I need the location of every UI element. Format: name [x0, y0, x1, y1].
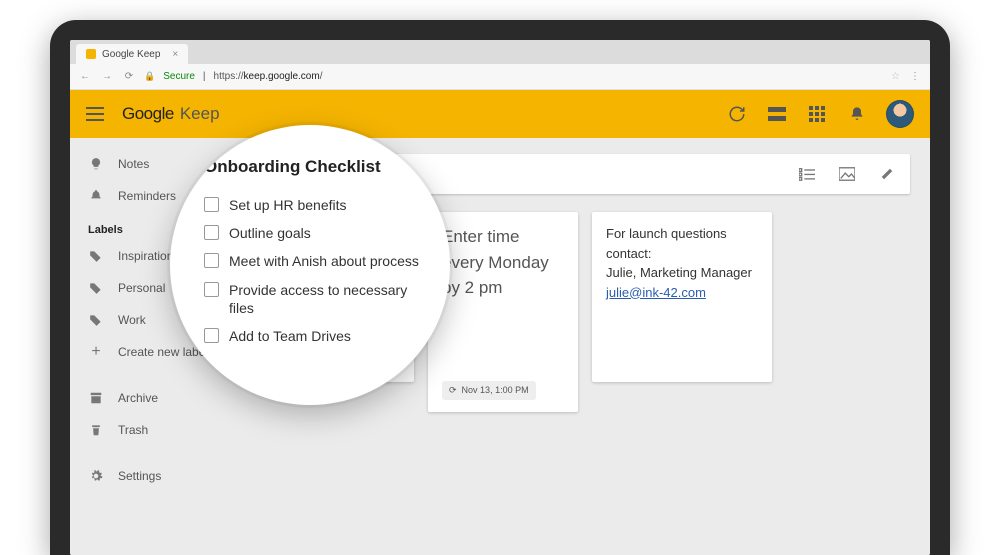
- tag-icon: [88, 280, 104, 296]
- brand-primary: Google: [122, 104, 174, 124]
- archive-icon: [88, 390, 104, 406]
- checklist-item-label: Meet with Anish about process: [229, 252, 419, 270]
- checkbox-icon[interactable]: [204, 328, 219, 343]
- browser-tab-strip: Google Keep ×: [70, 40, 930, 64]
- checklist-item[interactable]: Set up HR benefits: [204, 191, 420, 219]
- new-image-icon[interactable]: [838, 165, 856, 183]
- checklist-item-label: Provide access to necessary files: [229, 281, 420, 317]
- note-card[interactable]: Enter time every Monday by 2 pm ⟳ Nov 13…: [428, 212, 578, 412]
- sidebar-item-label: Archive: [118, 391, 158, 405]
- tag-icon: [88, 312, 104, 328]
- checkbox-icon[interactable]: [204, 225, 219, 240]
- tab-favicon: [86, 49, 96, 59]
- url-host: keep.google.com: [244, 71, 320, 82]
- menu-icon[interactable]: [86, 107, 104, 121]
- sidebar-item-label: Reminders: [118, 189, 176, 203]
- app-header: Google Keep: [70, 90, 930, 138]
- sidebar-item-label: Work: [118, 313, 146, 327]
- close-icon[interactable]: ×: [172, 49, 178, 60]
- checklist-item[interactable]: Add to Team Drives: [204, 322, 420, 350]
- browser-tab[interactable]: Google Keep ×: [76, 44, 188, 64]
- browser-address-bar: ← → ⟳ 🔒 Secure | https://keep.google.com…: [70, 64, 930, 90]
- checkbox-icon[interactable]: [204, 282, 219, 297]
- bookmark-star-icon[interactable]: ☆: [891, 71, 900, 82]
- sidebar-item-archive[interactable]: Archive: [70, 382, 250, 414]
- tag-icon: [88, 248, 104, 264]
- gear-icon: [88, 468, 104, 484]
- note-line: For launch questions contact:: [606, 224, 758, 263]
- avatar[interactable]: [886, 100, 914, 128]
- reminder-pill[interactable]: ⟳ Nov 13, 1:00 PM: [442, 381, 536, 401]
- refresh-icon[interactable]: [726, 103, 748, 125]
- email-link[interactable]: julie@ink-42.com: [606, 285, 706, 300]
- browser-menu-icon[interactable]: ⋮: [908, 71, 922, 82]
- back-icon[interactable]: ←: [78, 71, 92, 82]
- zoom-bubble: Onboarding Checklist Set up HR benefits …: [170, 125, 450, 405]
- sidebar-item-label: Trash: [118, 423, 148, 437]
- checklist-item-label: Add to Team Drives: [229, 327, 351, 345]
- url-path: /: [320, 71, 323, 82]
- note-card[interactable]: For launch questions contact: Julie, Mar…: [592, 212, 772, 382]
- url-text[interactable]: https://keep.google.com/: [214, 71, 323, 82]
- new-list-icon[interactable]: [798, 165, 816, 183]
- sidebar-item-label: Settings: [118, 469, 161, 483]
- checklist: Set up HR benefits Outline goals Meet wi…: [204, 191, 420, 350]
- trash-icon: [88, 422, 104, 438]
- apps-grid-icon[interactable]: [806, 103, 828, 125]
- note-text: Enter time every Monday by 2 pm: [442, 224, 564, 301]
- list-view-icon[interactable]: [766, 103, 788, 125]
- notifications-icon[interactable]: [846, 103, 868, 125]
- plus-icon: +: [88, 344, 104, 360]
- checklist-item-label: Set up HR benefits: [229, 196, 347, 214]
- app-brand[interactable]: Google Keep: [122, 104, 220, 124]
- sidebar-item-label: Create new label: [118, 345, 208, 359]
- checklist-item[interactable]: Outline goals: [204, 219, 420, 247]
- reminder-time: Nov 13, 1:00 PM: [462, 384, 529, 398]
- checklist-item[interactable]: Provide access to necessary files: [204, 276, 420, 322]
- repeat-icon: ⟳: [449, 384, 457, 398]
- brand-secondary: Keep: [180, 104, 220, 124]
- sidebar-item-trash[interactable]: Trash: [70, 414, 250, 446]
- sidebar-item-label: Notes: [118, 157, 149, 171]
- checkbox-icon[interactable]: [204, 197, 219, 212]
- checklist-item-label: Outline goals: [229, 224, 311, 242]
- reminder-icon: [88, 188, 104, 204]
- url-separator: |: [203, 71, 206, 82]
- new-drawing-icon[interactable]: [878, 165, 896, 183]
- note-title: Onboarding Checklist: [204, 157, 420, 177]
- url-scheme: https://: [214, 71, 244, 82]
- sidebar-item-settings[interactable]: Settings: [70, 460, 250, 492]
- note-line: Julie, Marketing Manager: [606, 263, 758, 283]
- secure-label: Secure: [163, 71, 195, 82]
- sidebar-item-label: Inspiration: [118, 249, 173, 263]
- lightbulb-icon: [88, 156, 104, 172]
- checklist-item[interactable]: Meet with Anish about process: [204, 247, 420, 275]
- checkbox-icon[interactable]: [204, 253, 219, 268]
- reload-icon[interactable]: ⟳: [122, 71, 136, 82]
- tab-title: Google Keep: [102, 49, 160, 60]
- forward-icon[interactable]: →: [100, 71, 114, 82]
- sidebar-item-label: Personal: [118, 281, 165, 295]
- lock-icon: 🔒: [144, 71, 155, 82]
